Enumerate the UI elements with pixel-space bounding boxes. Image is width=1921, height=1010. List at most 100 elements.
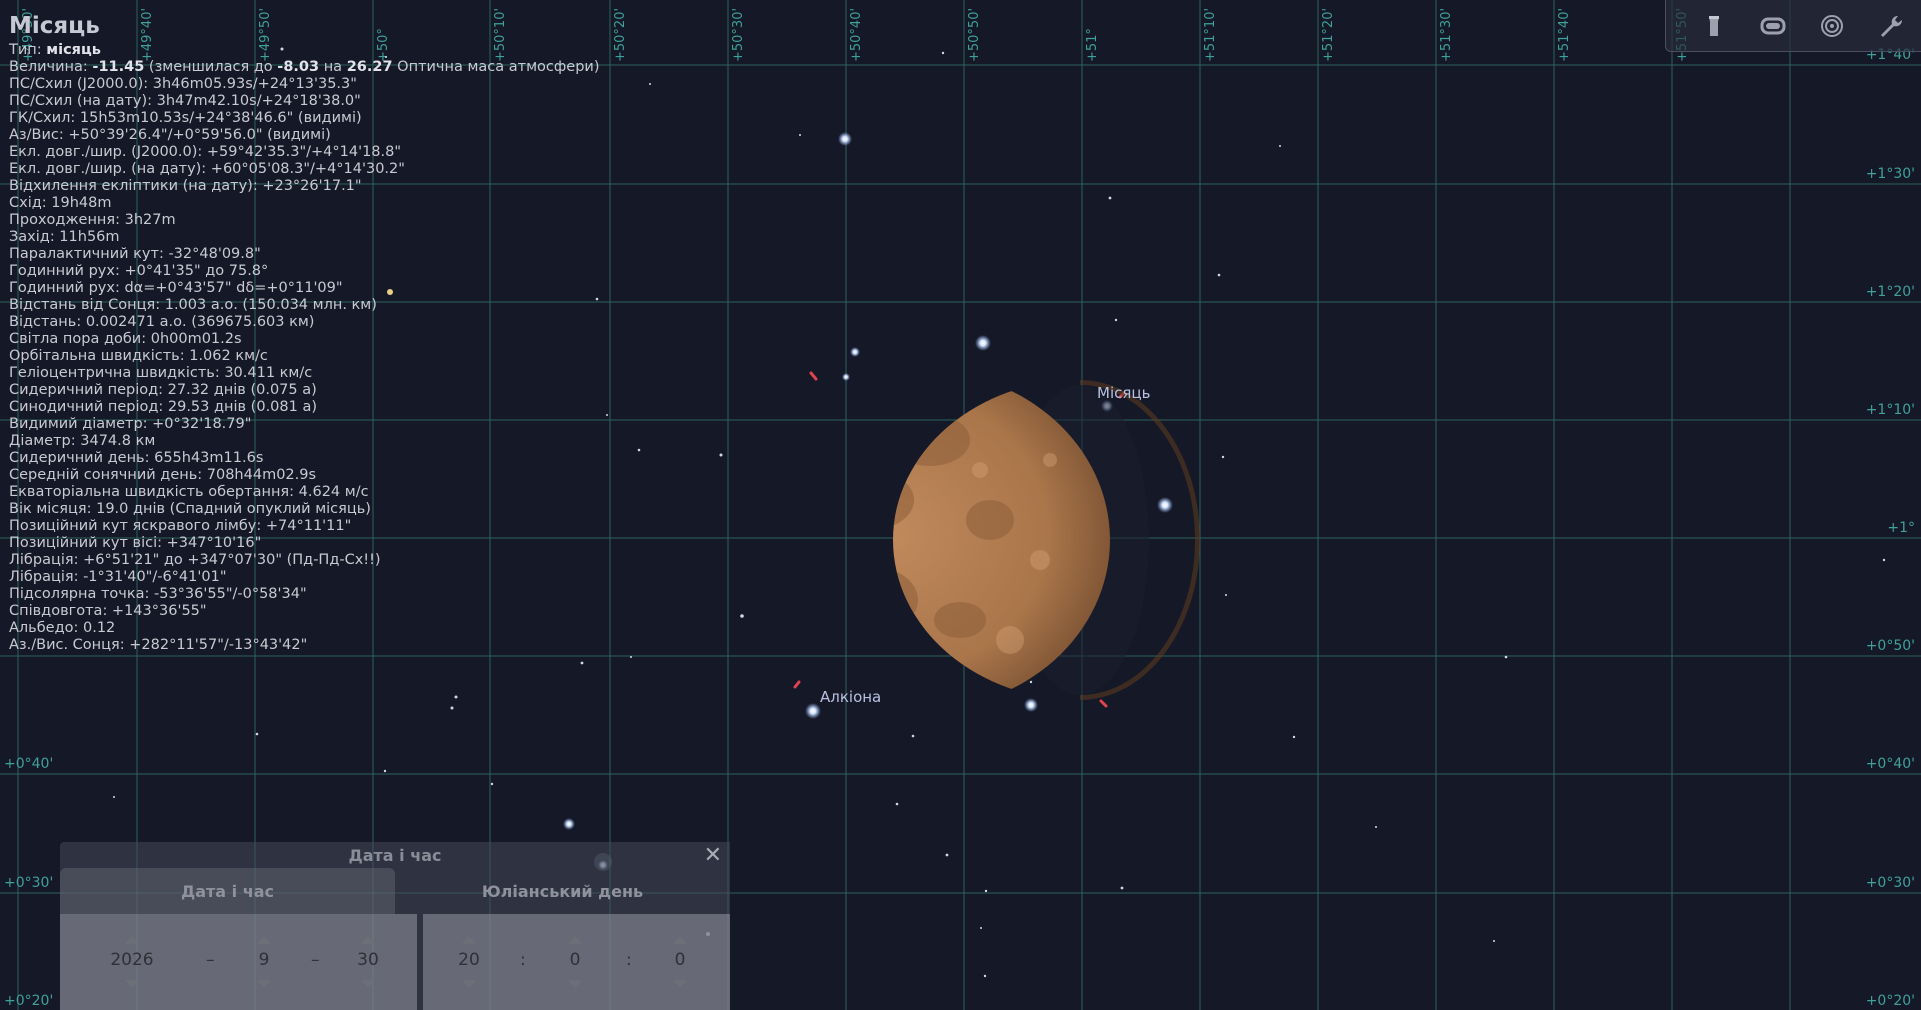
info-text: Екл. довг./шир. (на дату): +60°05'08.3"/… (9, 161, 405, 177)
info-text: Вік місяця: 19.0 днів (Спадний опуклий м… (9, 501, 371, 517)
star (1024, 698, 1038, 712)
object-info-lines: Тип: місяць Величина: -11.45 (зменшилася … (9, 42, 600, 654)
info-text: Відстань: 0.002471 а.о. (369675.603 км) (9, 314, 315, 330)
tab-julian-day[interactable]: Юліанський день (395, 868, 730, 914)
info-text: Годинний рух: +0°41'35" до 75.8° (9, 263, 269, 279)
day-spinner[interactable]: 30 (338, 914, 398, 1010)
second-down-arrow[interactable] (673, 980, 687, 988)
info-line: Сидеричний період: 27.32 днів (0.075 а) (9, 382, 600, 399)
info-text: Світла пора доби: 0h00m01.2s (9, 331, 242, 347)
hour-down-arrow[interactable] (462, 980, 476, 988)
info-text: Підсолярна точка: -53°36'55"/-0°58'34" (9, 586, 307, 602)
info-line: Альбедо: 0.12 (9, 620, 600, 637)
minute-up-arrow[interactable] (568, 936, 582, 944)
hour-value[interactable]: 20 (439, 950, 499, 970)
info-line: Захід: 11h56m (9, 229, 600, 246)
star (850, 347, 860, 357)
date-time-dialog: Дата і час ✕ Дата і час Юліанський день … (60, 842, 730, 1010)
second-spinner[interactable]: 0 (650, 914, 710, 1010)
info-line: Відстань: 0.002471 а.о. (369675.603 км) (9, 314, 600, 331)
altitude-tick-label: +1° (1887, 520, 1915, 536)
hour-spinner[interactable]: 20 (439, 914, 499, 1010)
altitude-tick-label: +0°20' (1866, 993, 1915, 1009)
info-line: Підсолярна точка: -53°36'55"/-0°58'34" (9, 586, 600, 603)
info-line: Видимий діаметр: +0°32'18.79" (9, 416, 600, 433)
info-value: -11.45 (92, 59, 145, 75)
screen-icon[interactable] (1757, 10, 1789, 42)
azimuth-tick-label: +50°50' (967, 8, 982, 62)
info-text: Паралактичний кут: -32°48'09.8" (9, 246, 261, 262)
azimuth-tick-label: +50°20' (613, 8, 628, 62)
azimuth-tick-label: +50°40' (849, 8, 864, 62)
date-separator: – (311, 950, 320, 970)
info-line: Паралактичний кут: -32°48'09.8" (9, 246, 600, 263)
info-text: Аз./Вис. Сонця: +282°11'57"/-13°43'42" (9, 637, 308, 653)
info-line: Аз/Вис: +50°39'26.4"/+0°59'56.0" (видимі… (9, 127, 600, 144)
day-down-arrow[interactable] (361, 980, 375, 988)
info-value: -8.03 (277, 59, 320, 75)
azimuth-tick-label: +51°30' (1439, 8, 1454, 62)
info-text: Відхилення екліптики (на дату): +23°26'1… (9, 178, 362, 194)
day-value[interactable]: 30 (338, 950, 398, 970)
info-value: 26.27 (346, 59, 393, 75)
info-line: Сидеричний день: 655h43m11.6s (9, 450, 600, 467)
info-text: Геліоцентрична швидкість: 30.411 км/с (9, 365, 313, 381)
info-text: Тип: (9, 42, 47, 58)
info-text: Захід: 11h56m (9, 229, 120, 245)
info-line: ПС/Схил (на дату): 3h47m42.10s/+24°18'38… (9, 93, 600, 110)
info-value: місяць (46, 42, 101, 58)
year-up-arrow[interactable] (125, 936, 139, 944)
info-line: Лібрація: +6°51'21" до +347°07'30" (Пд-П… (9, 552, 600, 569)
info-line: Годинний рух: dα=+0°43'57" dδ=+0°11'09" (9, 280, 600, 297)
day-up-arrow[interactable] (361, 936, 375, 944)
month-up-arrow[interactable] (257, 936, 271, 944)
hour-up-arrow[interactable] (462, 936, 476, 944)
info-line: Синодичний період: 29.53 днів (0.081 а) (9, 399, 600, 416)
alcyone-label[interactable]: Алкіона (820, 688, 881, 706)
star (805, 703, 821, 719)
info-text: Видимий діаметр: +0°32'18.79" (9, 416, 252, 432)
moon-label[interactable]: Місяць (1097, 384, 1150, 402)
year-down-arrow[interactable] (125, 980, 139, 988)
info-text: Сидеричний період: 27.32 днів (0.075 а) (9, 382, 317, 398)
info-text: Годинний рух: dα=+0°43'57" dδ=+0°11'09" (9, 280, 343, 296)
info-line: Аз./Вис. Сонця: +282°11'57"/-13°43'42" (9, 637, 600, 654)
month-spinner[interactable]: 9 (234, 914, 294, 1010)
minute-spinner[interactable]: 0 (545, 914, 605, 1010)
month-value[interactable]: 9 (234, 950, 294, 970)
info-text: Альбедо: 0.12 (9, 620, 116, 636)
azimuth-tick-label: +51°20' (1321, 8, 1336, 62)
date-separator: – (206, 950, 215, 970)
flashlight-icon[interactable] (1698, 10, 1730, 42)
info-line: Середній сонячний день: 708h44m02.9s (9, 467, 600, 484)
info-line: Відстань від Сонця: 1.003 а.о. (150.034 … (9, 297, 600, 314)
wrench-icon[interactable] (1875, 10, 1907, 42)
info-text: Позиційний кут яскравого лімбу: +74°11'1… (9, 518, 352, 534)
time-separator: : (520, 950, 526, 970)
info-line: Схід: 19h48m (9, 195, 600, 212)
info-text: ГК/Схил: 15h53m10.53s/+24°38'46.6" (види… (9, 110, 362, 126)
info-text: Лібрація: +6°51'21" до +347°07'30" (Пд-П… (9, 552, 381, 568)
moon[interactable] (730, 370, 1200, 710)
info-line: Співдовгота: +143°36'55" (9, 603, 600, 620)
info-line: Величина: -11.45 (зменшилася до -8.03 на… (9, 59, 600, 76)
second-up-arrow[interactable] (673, 936, 687, 944)
azimuth-tick-label: +51°40' (1557, 8, 1572, 62)
time-spinbox: 20 : 0 : 0 (423, 914, 730, 1010)
info-line: Діаметр: 3474.8 км (9, 433, 600, 450)
month-down-arrow[interactable] (257, 980, 271, 988)
altitude-tick-label: +1°10' (1866, 402, 1915, 418)
close-icon[interactable]: ✕ (704, 843, 722, 868)
year-value[interactable]: 2026 (102, 950, 162, 970)
year-spinner[interactable]: 2026 (102, 914, 162, 1010)
star (1157, 497, 1173, 513)
minute-down-arrow[interactable] (568, 980, 582, 988)
tab-date-time[interactable]: Дата і час (60, 868, 395, 914)
second-value[interactable]: 0 (650, 950, 710, 970)
minute-value[interactable]: 0 (545, 950, 605, 970)
info-line: Проходження: 3h27m (9, 212, 600, 229)
azimuth-tick-label: +51° (1085, 28, 1100, 62)
info-text: Співдовгота: +143°36'55" (9, 603, 207, 619)
target-icon[interactable] (1816, 10, 1848, 42)
info-text: Відстань від Сонця: 1.003 а.о. (150.034 … (9, 297, 377, 313)
